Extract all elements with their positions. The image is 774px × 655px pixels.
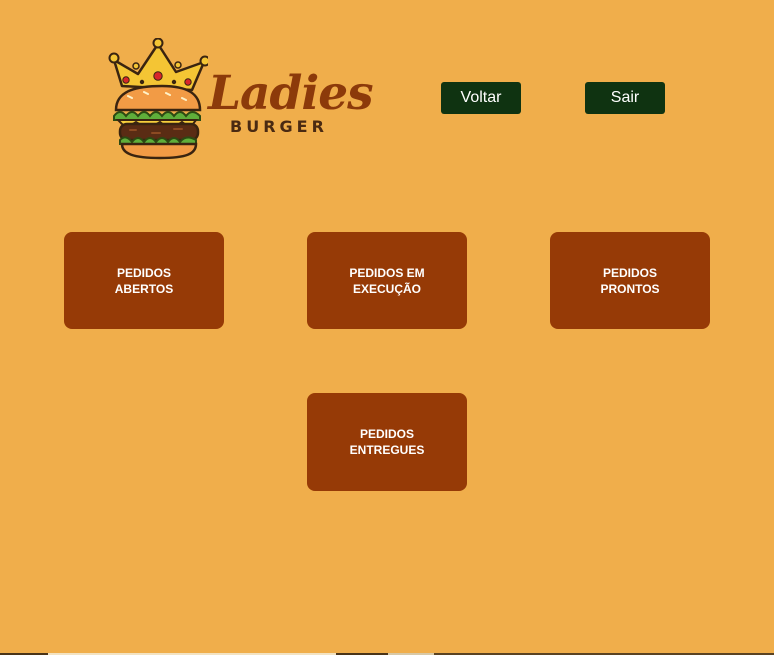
tile-label-line2: EXECUÇÃO (352, 281, 421, 296)
logo-text: Ladies BURGER (208, 66, 374, 136)
open-orders-tile[interactable]: PEDIDOS ABERTOS (64, 232, 224, 329)
logo-title: Ladies (208, 66, 374, 121)
tile-label: PEDIDOS EM EXECUÇÃO (349, 265, 424, 297)
logo: Ladies BURGER (108, 38, 374, 163)
tile-label-line2: PRONTOS (600, 281, 660, 296)
tile-label-line1: PEDIDOS (602, 265, 657, 280)
tile-label-line1: PEDIDOS (359, 427, 414, 441)
delivered-orders-tile[interactable]: PEDIDOS ENTREGUES (307, 393, 467, 491)
tile-label: PEDIDOS ENTREGUES (350, 426, 425, 458)
exit-button[interactable]: Sair (585, 82, 665, 114)
ready-orders-tile[interactable]: PEDIDOS PRONTOS (550, 232, 710, 329)
tile-label-line1: PEDIDOS EM (349, 265, 425, 280)
tile-label-line2: ENTREGUES (349, 443, 425, 457)
in-progress-orders-tile[interactable]: PEDIDOS EM EXECUÇÃO (307, 232, 467, 329)
tile-label: PEDIDOS PRONTOS (600, 265, 659, 297)
back-button[interactable]: Voltar (441, 82, 521, 114)
tile-label-line2: ABERTOS (114, 281, 174, 296)
tile-label: PEDIDOS ABERTOS (115, 265, 173, 297)
tile-label-line1: PEDIDOS (116, 265, 171, 280)
crowned-burger-icon (108, 38, 208, 160)
